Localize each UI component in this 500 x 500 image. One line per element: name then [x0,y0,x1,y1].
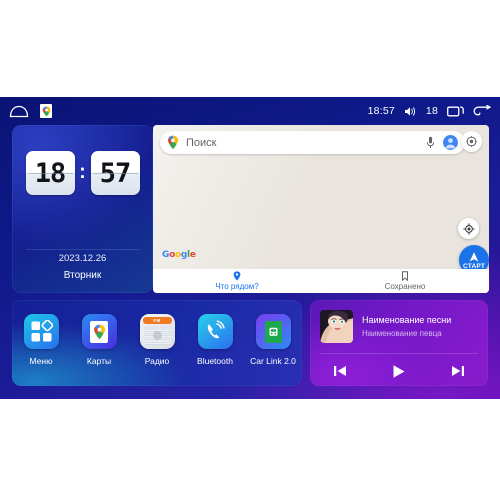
music-player-widget: Наименование песни Наименование певца [310,300,488,386]
clock-separator: : [79,161,86,183]
radio-band-badge: FM [153,318,161,323]
music-divider [320,353,478,354]
tab-nearby-label: Что рядом? [215,282,259,291]
album-art [320,310,353,343]
app-item-menu[interactable]: Меню [15,314,67,366]
location-pin-icon [233,271,241,281]
song-title: Наименование песни [362,315,452,325]
google-attribution: Google [162,250,196,260]
tab-nearby[interactable]: Что рядом? [153,269,321,293]
status-time: 18:57 [367,105,395,117]
my-location-button[interactable] [458,218,479,239]
map-bottom-tabs: Что рядом? Сохранено [153,269,489,293]
clock-weekday: Вторник [63,270,102,281]
maps-widget[interactable]: Поиск Google СТАРТ Что рядом? Сохранено [153,125,489,293]
flip-clock: 18 : 57 [12,151,153,195]
google-maps-pin-icon [167,135,179,150]
skip-previous-button[interactable] [327,360,353,382]
clock-divider [26,249,139,250]
account-avatar-icon[interactable] [443,135,458,150]
skip-next-button[interactable] [445,360,471,382]
car-link-icon [255,314,291,349]
volume-icon[interactable] [404,106,417,117]
music-text: Наименование песни Наименование певца [362,315,451,338]
app-label-carlink: Car Link 2.0 [250,356,296,366]
navigation-arrow-icon [469,251,479,262]
clock-widget[interactable]: 18 : 57 2023.12.26 Вторник [12,125,153,293]
home-icon[interactable] [9,105,29,118]
app-label-bluetooth: Bluetooth [197,356,233,366]
google-maps-notification-icon[interactable] [40,104,52,118]
microphone-icon[interactable] [426,136,435,149]
clock-hours: 18 [25,151,75,195]
song-artist: Наименование певца [362,329,442,338]
play-icon [393,364,405,378]
app-label-menu: Меню [29,356,53,366]
clock-minutes: 57 [90,151,140,195]
music-header: Наименование песни Наименование певца [320,310,451,343]
google-maps-icon [81,314,117,349]
map-layers-button[interactable] [461,131,482,152]
app-item-carlink[interactable]: Car Link 2.0 [247,314,299,366]
status-bar-right: 18:57 18 [368,97,491,125]
app-label-radio: Радио [144,356,170,366]
volume-level: 18 [425,105,438,117]
app-item-maps[interactable]: Карты [73,314,125,366]
tab-saved[interactable]: Сохранено [321,269,489,293]
play-button[interactable] [386,360,412,382]
bluetooth-phone-icon [197,314,233,349]
skip-previous-icon [333,366,346,376]
app-item-bluetooth[interactable]: Bluetooth [189,314,241,366]
status-bar: 18:57 18 [0,97,500,125]
app-item-radio[interactable]: FM Радио [131,314,183,366]
apps-row: Меню Карты FM Радио Bluetooth Car Link 2… [12,314,302,366]
head-unit-screen: 18:57 18 18: 57 2023.12.26 Вторник Поис… [0,97,500,399]
bookmark-icon [401,271,409,281]
app-label-maps: Карты [86,356,112,366]
status-bar-left [9,97,52,125]
music-controls [310,360,488,382]
tab-saved-label: Сохранено [384,282,426,291]
apps-dock-widget: Меню Карты FM Радио Bluetooth Car Link 2… [12,300,302,386]
radio-icon: FM [139,314,175,349]
clock-date: 2023.12.26 [58,253,107,264]
recents-icon[interactable] [447,105,464,117]
apps-grid-icon [23,314,59,349]
skip-next-icon [452,366,465,376]
search-input[interactable]: Поиск [186,137,426,149]
back-icon[interactable] [473,105,491,117]
map-search-bar[interactable]: Поиск [160,131,465,154]
